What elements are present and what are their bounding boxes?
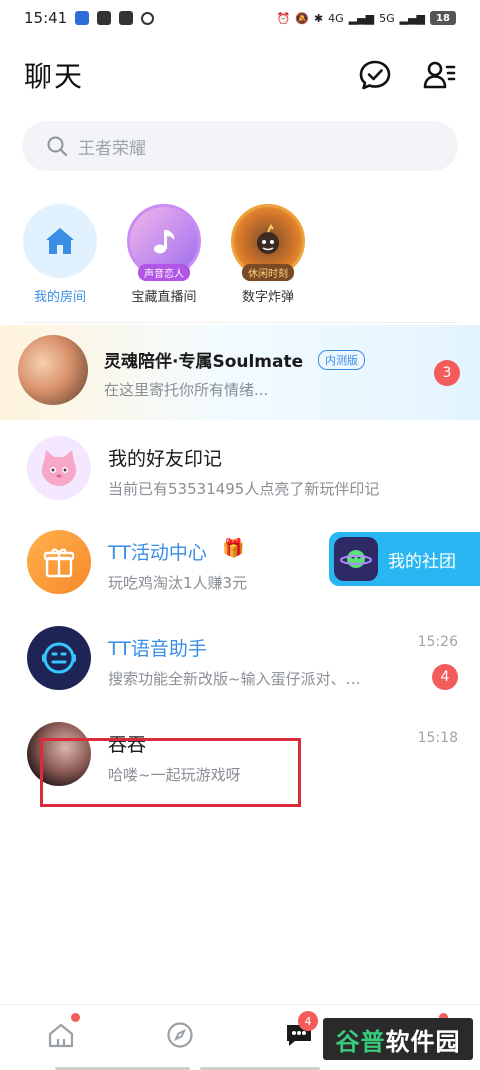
- nav-home[interactable]: [36, 1013, 86, 1055]
- divider: [22, 322, 458, 323]
- mail-notification-icon: [119, 11, 134, 25]
- gift-emoji-icon: 🎁: [222, 538, 245, 559]
- signal-icon: ▂▄▆: [348, 11, 375, 25]
- alarm-icon: ⏰: [276, 11, 291, 25]
- assistant-avatar: [27, 626, 91, 690]
- chat-check-icon: [359, 60, 391, 90]
- quick-item-label: 数字炸弹: [241, 290, 294, 305]
- nav-chat[interactable]: 4: [274, 1011, 324, 1055]
- my-club-label: 我的社团: [388, 551, 456, 572]
- chat-message: 搜索功能全新改版~输入蛋仔派对、…: [108, 670, 361, 688]
- message-check-button[interactable]: [358, 58, 392, 92]
- compass-icon: [167, 1022, 193, 1048]
- nav-home-dot: [71, 1013, 80, 1022]
- unread-badge: 4: [432, 664, 458, 690]
- beta-tag: 内测版: [318, 350, 365, 370]
- watermark-part-b: 软件园: [385, 1027, 461, 1056]
- app-notification-icon: [75, 11, 90, 25]
- quick-item-label: 宝藏直播间: [131, 290, 197, 305]
- cat-avatar: [27, 436, 91, 500]
- highlight-box: [40, 738, 301, 807]
- battery-icon: 18: [430, 11, 456, 25]
- bluetooth-icon: ✱: [313, 11, 324, 25]
- chat-time: 15:26: [417, 634, 458, 650]
- my-club-button[interactable]: 我的社团: [329, 532, 480, 586]
- quick-item-my-room[interactable]: 我的房间: [10, 204, 110, 305]
- network-a-label: 4G: [328, 11, 344, 25]
- robot-notification-icon: [97, 11, 112, 25]
- quick-item-live-room[interactable]: 声音恋人 宝藏直播间: [114, 204, 214, 305]
- sync-notification-icon: [141, 11, 155, 25]
- home-outline-icon: [48, 1023, 74, 1048]
- header: 聊天: [0, 50, 480, 100]
- soulmate-avatar: [18, 335, 88, 405]
- cat-face-icon: [41, 450, 77, 486]
- search-bar[interactable]: 王者荣耀: [22, 121, 458, 171]
- chat-time: 15:18: [417, 730, 458, 746]
- contacts-icon: [423, 61, 456, 89]
- planet-icon: [340, 550, 372, 568]
- contacts-button[interactable]: [422, 58, 456, 92]
- quick-access-row: 我的房间 声音恋人 宝藏直播间 休闲时刻 数字炸弹: [0, 204, 480, 314]
- chat-message: 当前已有53531495人点亮了新玩伴印记: [108, 480, 380, 498]
- assistant-robot-icon: [42, 642, 76, 674]
- network-b-label: 5G: [379, 11, 395, 25]
- chat-name: TT活动中心: [108, 542, 207, 564]
- soulmate-subtitle: 在这里寄托你所有情绪...: [104, 381, 269, 399]
- page-title: 聊天: [24, 60, 85, 93]
- unread-badge: 3: [434, 360, 460, 386]
- signal-icon: ▂▄▆: [399, 11, 425, 25]
- search-placeholder: 王者荣耀: [78, 138, 146, 159]
- chat-message: 玩吃鸡淘汰1人赚3元: [108, 574, 248, 592]
- quick-item-label: 我的房间: [33, 290, 86, 305]
- quick-item-number-bomb[interactable]: 休闲时刻 数字炸弹: [218, 204, 318, 305]
- bomb-character-icon: [257, 224, 279, 254]
- chat-row-friend-marks[interactable]: 我的好友印记 当前已有53531495人点亮了新玩伴印记: [0, 422, 480, 514]
- gift-avatar: [27, 530, 91, 594]
- number-bomb-avatar: 休闲时刻: [231, 204, 305, 281]
- chat-name: TT语音助手: [108, 638, 207, 660]
- quick-item-badge: 声音恋人: [138, 264, 190, 281]
- home-icon: [46, 228, 74, 254]
- nav-chat-badge: 4: [298, 1011, 318, 1031]
- gift-icon: [43, 548, 75, 578]
- soulmate-title: 灵魂陪伴·专属Soulmate: [104, 352, 304, 372]
- room-avatar: [23, 204, 97, 278]
- soulmate-banner[interactable]: 灵魂陪伴·专属Soulmate 内测版 在这里寄托你所有情绪... 3: [0, 325, 480, 420]
- mute-icon: 🔕: [295, 11, 309, 25]
- quick-item-badge: 休闲时刻: [242, 264, 294, 281]
- chat-row-voice-assistant[interactable]: TT语音助手 15:26 搜索功能全新改版~输入蛋仔派对、… 4: [0, 612, 480, 704]
- status-bar: 15:41 ⏰ 🔕 ✱ 4G ▂▄▆ 5G ▂▄▆ 18: [0, 0, 480, 36]
- status-time: 15:41: [24, 9, 68, 27]
- nav-discover[interactable]: [155, 1015, 205, 1055]
- search-icon: [47, 136, 68, 157]
- watermark-part-a: 谷普: [335, 1027, 386, 1056]
- watermark-logo: 谷普 软件园: [323, 1018, 473, 1060]
- chat-name: 我的好友印记: [108, 448, 223, 470]
- music-note-icon: [154, 230, 175, 254]
- live-room-avatar: 声音恋人: [127, 204, 201, 281]
- club-planet-icon: [334, 537, 378, 581]
